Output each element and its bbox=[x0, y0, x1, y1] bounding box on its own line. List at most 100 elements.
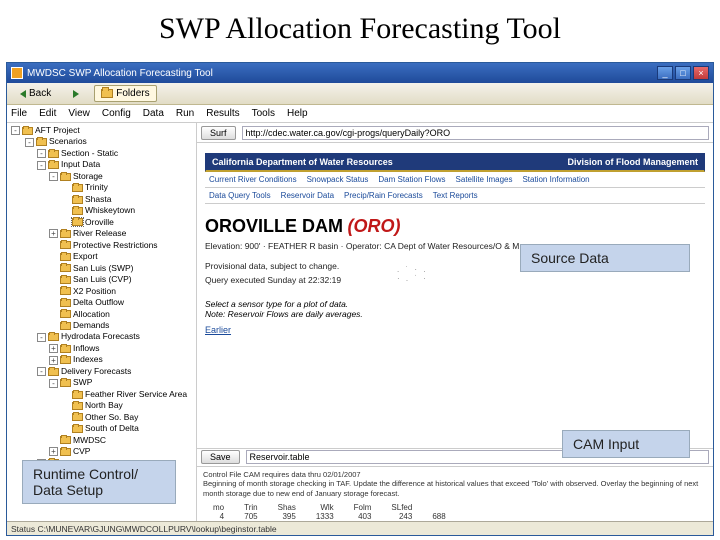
folder-icon bbox=[60, 356, 71, 364]
tree-item[interactable]: South of Delta bbox=[85, 423, 139, 434]
menu-help[interactable]: Help bbox=[287, 108, 308, 119]
nav-link[interactable]: Station Information bbox=[522, 175, 589, 184]
folder-icon bbox=[72, 184, 83, 192]
folder-icon bbox=[60, 322, 71, 330]
folder-icon bbox=[60, 379, 71, 387]
back-button[interactable]: Back bbox=[13, 85, 58, 102]
callout-runtime: Runtime Control/Data Setup bbox=[22, 460, 176, 504]
division-name: Division of Flood Management bbox=[567, 157, 698, 167]
tree-item[interactable]: North Bay bbox=[85, 400, 123, 411]
tree-item[interactable]: Other So. Bay bbox=[85, 412, 138, 423]
nav-link[interactable]: Current River Conditions bbox=[209, 175, 297, 184]
nav-link[interactable]: Satellite Images bbox=[456, 175, 513, 184]
save-button[interactable]: Save bbox=[201, 450, 240, 464]
folder-icon bbox=[60, 345, 71, 353]
menu-data[interactable]: Data bbox=[143, 108, 164, 119]
nav-link[interactable]: Snowpack Status bbox=[307, 175, 369, 184]
tree-item[interactable]: Storage bbox=[73, 171, 103, 182]
tree-toggle-icon[interactable]: + bbox=[49, 344, 58, 353]
menu-results[interactable]: Results bbox=[206, 108, 239, 119]
surf-button[interactable]: Surf bbox=[201, 126, 236, 140]
web-content: California Department of Water Resources… bbox=[197, 143, 713, 448]
dam-title: OROVILLE DAM (ORO) bbox=[205, 216, 705, 237]
tree-toggle-icon[interactable]: - bbox=[37, 333, 46, 342]
earlier-link[interactable]: Earlier bbox=[205, 325, 705, 335]
right-panel: Surf California Department of Water Reso… bbox=[197, 123, 713, 523]
cam-control-text: Control File CAM requires data thru 02/0… bbox=[197, 467, 713, 501]
tree-item[interactable]: MWDSC bbox=[73, 435, 106, 446]
menu-edit[interactable]: Edit bbox=[39, 108, 56, 119]
tree-toggle-icon[interactable]: - bbox=[37, 367, 46, 376]
menu-tools[interactable]: Tools bbox=[252, 108, 275, 119]
tree-item[interactable]: Allocation bbox=[73, 309, 110, 320]
tree-item[interactable]: Hydrodata Forecasts bbox=[61, 331, 140, 342]
tree-item[interactable]: AFT Project bbox=[35, 125, 80, 136]
maximize-button[interactable]: □ bbox=[675, 66, 691, 80]
folder-icon bbox=[60, 173, 71, 181]
tree-item[interactable]: Whiskeytown bbox=[85, 205, 135, 216]
tree-item[interactable]: San Luis (CVP) bbox=[73, 274, 132, 285]
tree-item[interactable]: Demands bbox=[73, 320, 109, 331]
menu-file[interactable]: File bbox=[11, 108, 27, 119]
url-input[interactable] bbox=[242, 126, 709, 140]
tree-item[interactable]: Export bbox=[73, 251, 98, 262]
tree-item[interactable]: CVP bbox=[73, 446, 90, 457]
flow-note: Note: Reservoir Flows are daily averages… bbox=[205, 309, 705, 319]
nav-link[interactable]: Reservoir Data bbox=[281, 191, 334, 200]
menubar: File Edit View Config Data Run Results T… bbox=[7, 105, 713, 123]
minimize-button[interactable]: _ bbox=[657, 66, 673, 80]
tree-toggle-icon[interactable]: - bbox=[37, 149, 46, 158]
close-button[interactable]: × bbox=[693, 66, 709, 80]
tree-toggle-icon[interactable]: + bbox=[49, 229, 58, 238]
menu-config[interactable]: Config bbox=[102, 108, 131, 119]
tree-toggle-icon[interactable]: - bbox=[49, 379, 58, 388]
tree-toggle-icon[interactable]: + bbox=[49, 356, 58, 365]
tree-item[interactable]: Protective Restrictions bbox=[73, 240, 158, 251]
nav-link[interactable]: Dam Station Flows bbox=[378, 175, 445, 184]
query-time: Query executed Sunday at 22:32:19 bbox=[205, 275, 705, 285]
folders-label: Folders bbox=[116, 88, 149, 99]
tree-item[interactable]: Indexes bbox=[73, 354, 103, 365]
tree-item[interactable]: Shasta bbox=[85, 194, 111, 205]
folder-icon bbox=[72, 207, 83, 215]
folder-icon bbox=[48, 161, 59, 169]
nav-link[interactable]: Data Query Tools bbox=[209, 191, 271, 200]
forward-button[interactable] bbox=[66, 87, 86, 101]
menu-view[interactable]: View bbox=[68, 108, 90, 119]
tree-item[interactable]: River Release bbox=[73, 228, 126, 239]
nav-link[interactable]: Precip/Rain Forecasts bbox=[344, 191, 423, 200]
back-label: Back bbox=[29, 88, 51, 99]
tree-item[interactable]: SWP bbox=[73, 377, 92, 388]
folders-button[interactable]: Folders bbox=[94, 85, 156, 102]
nav-link[interactable]: Text Reports bbox=[433, 191, 478, 200]
tree-item[interactable]: Input Data bbox=[61, 159, 100, 170]
dam-code: (ORO) bbox=[348, 216, 401, 236]
back-icon bbox=[20, 90, 26, 98]
toolbar: Back Folders bbox=[7, 83, 713, 105]
window-title: MWDSC SWP Allocation Forecasting Tool bbox=[27, 68, 213, 79]
agency-header: California Department of Water Resources… bbox=[205, 153, 705, 172]
tree-item[interactable]: Trinity bbox=[85, 182, 108, 193]
tree-item[interactable]: X2 Position bbox=[73, 286, 116, 297]
folder-icon bbox=[48, 333, 59, 341]
tree-item[interactable]: Oroville bbox=[85, 217, 114, 228]
folder-icon bbox=[60, 448, 71, 456]
tree-toggle-icon[interactable]: + bbox=[49, 447, 58, 456]
tree-item[interactable]: Delivery Forecasts bbox=[61, 366, 131, 377]
tree-item[interactable]: Section - Static bbox=[61, 148, 118, 159]
slide-title: SWP Allocation Forecasting Tool bbox=[0, 0, 720, 52]
tree-item[interactable]: Inflows bbox=[73, 343, 99, 354]
folder-icon bbox=[60, 310, 71, 318]
tree-item[interactable]: Feather River Service Area bbox=[85, 389, 187, 400]
lower-area: Save Control File CAM requires data thru… bbox=[197, 448, 713, 523]
tree-toggle-icon[interactable]: - bbox=[37, 161, 46, 170]
tree-item[interactable]: San Luis (SWP) bbox=[73, 263, 133, 274]
tree-toggle-icon[interactable]: - bbox=[49, 172, 58, 181]
tree-item[interactable]: Scenarios bbox=[49, 136, 87, 147]
statusbar: Status C:\MUNEVAR\GJUNG\MWDCOLLPURV\look… bbox=[7, 521, 713, 535]
menu-run[interactable]: Run bbox=[176, 108, 194, 119]
tree-toggle-icon[interactable]: - bbox=[11, 126, 20, 135]
folder-icon bbox=[48, 368, 59, 376]
tree-item[interactable]: Delta Outflow bbox=[73, 297, 124, 308]
tree-toggle-icon[interactable]: - bbox=[25, 138, 34, 147]
